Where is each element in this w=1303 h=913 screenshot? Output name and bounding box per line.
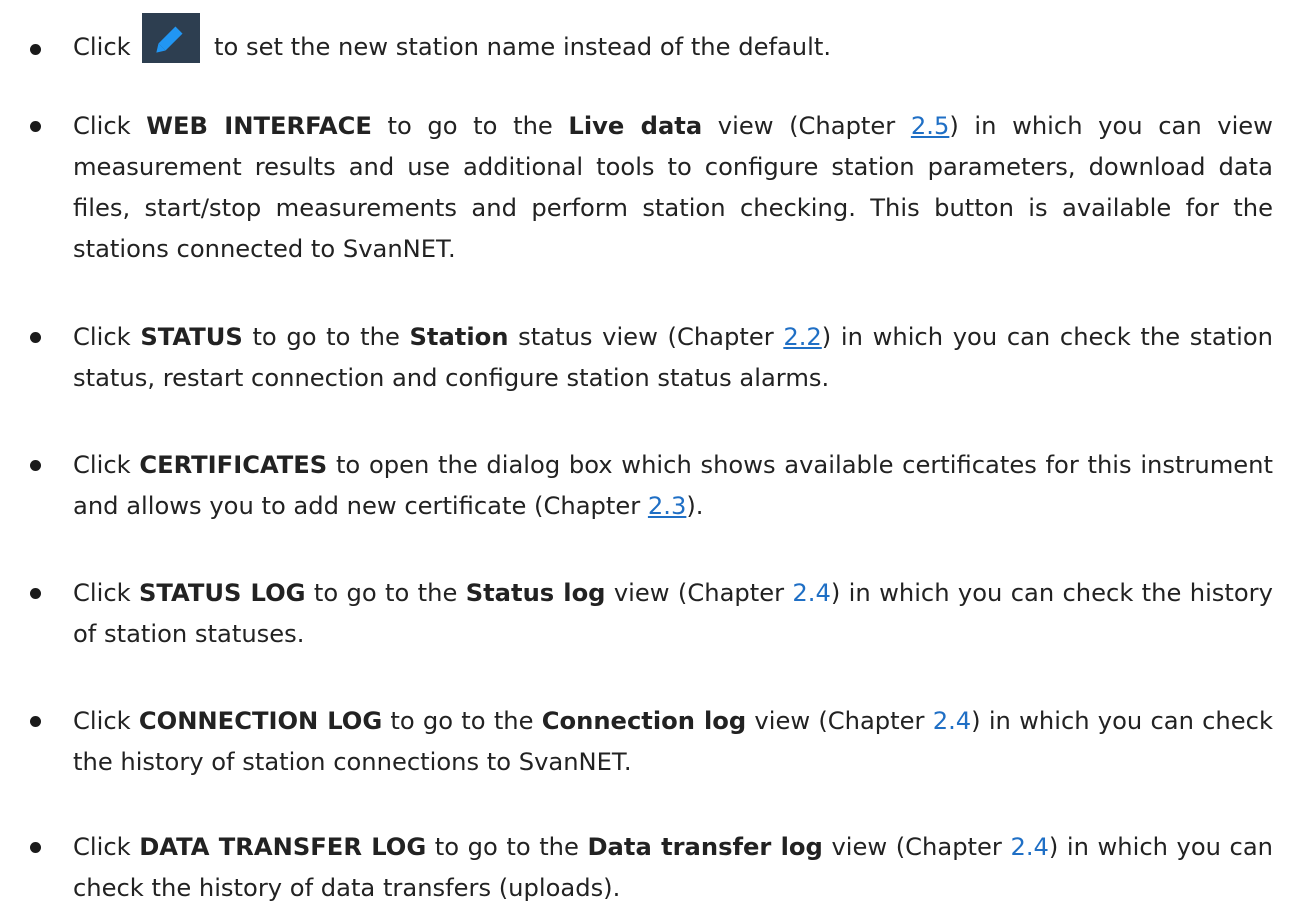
item-text: status view (Chapter <box>518 323 774 351</box>
pencil-edit-icon[interactable] <box>142 13 202 63</box>
bullet-icon <box>30 716 41 727</box>
list-item-text: Click CERTIFICATES to open the dialog bo… <box>73 445 1273 527</box>
view-name-live-data: Live data <box>568 112 703 140</box>
item-text: ). <box>686 492 704 520</box>
click-word: Click <box>73 833 131 861</box>
item-text: to go to the <box>434 833 579 861</box>
click-word: Click <box>73 451 131 479</box>
bullet-icon <box>30 588 41 599</box>
item-text: view (Chapter <box>613 579 785 607</box>
button-name-status: STATUS <box>140 323 243 351</box>
click-word: Click <box>73 579 131 607</box>
bullet-icon <box>30 332 41 343</box>
view-name-connection-log: Connection log <box>541 707 747 735</box>
bullet-icon <box>30 44 41 55</box>
click-word: Click <box>73 112 131 140</box>
list-item-text: Click STATUS to go to the Station status… <box>73 317 1273 399</box>
button-name-connection-log: CONNECTION LOG <box>138 707 383 735</box>
click-word: Click <box>73 33 131 61</box>
chapter-link[interactable]: 2.5 <box>911 112 949 140</box>
button-name-certificates: CERTIFICATES <box>139 451 328 479</box>
item-text: view (Chapter <box>831 833 1002 861</box>
item-text: to go to the <box>252 323 400 351</box>
bullet-icon <box>30 121 41 132</box>
button-name-data-transfer-log: DATA TRANSFER LOG <box>139 833 427 861</box>
item-text-rest: to set the new station name instead of t… <box>214 33 832 61</box>
view-name-data-transfer-log: Data transfer log <box>587 833 823 861</box>
view-name-station: Station <box>409 323 509 351</box>
item-text: view (Chapter <box>754 707 925 735</box>
button-name-status-log: STATUS LOG <box>139 579 306 607</box>
list-item-text: Click WEB INTERFACE to go to the Live da… <box>73 106 1273 270</box>
view-name-status-log: Status log <box>465 579 606 607</box>
list-item-text: Click CONNECTION LOG to go to the Connec… <box>73 701 1273 783</box>
chapter-link[interactable]: 2.3 <box>648 492 686 520</box>
click-word: Click <box>73 707 131 735</box>
button-name-web-interface: WEB INTERFACE <box>146 112 372 140</box>
item-text: to go to the <box>387 112 553 140</box>
click-word: Click <box>73 323 131 351</box>
list-item-text: Click STATUS LOG to go to the Status log… <box>73 573 1273 655</box>
chapter-reference: 2.4 <box>1010 833 1049 861</box>
bullet-icon <box>30 460 41 471</box>
item-text: view (Chapter <box>717 112 896 140</box>
bullet-icon <box>30 842 41 853</box>
chapter-reference: 2.4 <box>792 579 831 607</box>
item-text: to go to the <box>313 579 458 607</box>
document-page: Click to set the new station name instea… <box>0 0 1303 913</box>
list-item-text: Click to set the new station name instea… <box>73 13 1273 68</box>
chapter-link[interactable]: 2.2 <box>783 323 821 351</box>
item-text: to go to the <box>390 707 534 735</box>
chapter-reference: 2.4 <box>932 707 972 735</box>
list-item-text: Click DATA TRANSFER LOG to go to the Dat… <box>73 827 1273 909</box>
